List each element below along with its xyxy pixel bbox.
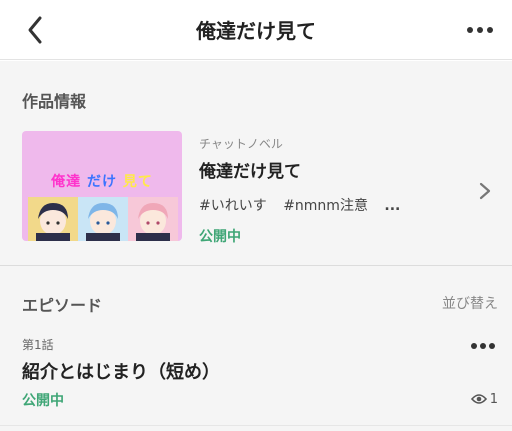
tags-more: ...	[384, 198, 401, 214]
bottom-divider	[0, 425, 512, 426]
episode-more-button[interactable]	[468, 336, 498, 356]
tag[interactable]: #いれいす	[199, 198, 267, 214]
thumbnail-title-part3: 見て	[122, 174, 153, 190]
top-bar: 俺達だけ見て	[0, 0, 512, 60]
more-horizontal-icon	[467, 27, 493, 33]
character-portrait-dark-hair	[28, 197, 78, 241]
work-thumbnail: 俺達 だけ 見て	[22, 131, 182, 241]
episode-number: 第1話	[22, 338, 54, 352]
work-status-badge: 公開中	[199, 229, 241, 245]
thumbnail-title: 俺達 だけ 見て	[22, 171, 182, 191]
work-info-heading: 作品情報	[22, 92, 87, 111]
character-portrait-blue-hair	[78, 197, 128, 241]
episode-status-badge: 公開中	[22, 393, 64, 409]
character-portrait-pink-hair	[128, 197, 178, 241]
character-portraits	[28, 197, 178, 241]
work-title: 俺達だけ見て	[199, 162, 301, 182]
view-count-value: 1	[489, 391, 498, 407]
chevron-right-icon	[479, 182, 491, 200]
thumbnail-title-part1: 俺達	[51, 174, 82, 190]
more-horizontal-icon	[471, 343, 495, 349]
episode-item[interactable]: 第1話 紹介とはじまり（短め） 公開中 1	[0, 330, 512, 422]
tag[interactable]: #nmnm注意	[283, 198, 368, 214]
episodes-heading: エピソード	[22, 296, 103, 315]
episode-view-count: 1	[470, 390, 498, 408]
more-options-button[interactable]	[462, 14, 498, 46]
work-card[interactable]: 俺達 だけ 見て チャットノベル 俺達だけ見て #いれいす #nmnm注意 ..…	[22, 131, 502, 245]
sort-button[interactable]: 並び替え	[442, 293, 498, 313]
episode-title: 紹介とはじまり（短め）	[22, 362, 220, 383]
page-title: 俺達だけ見て	[196, 19, 316, 43]
tag-list: #いれいす #nmnm注意 ...	[199, 195, 412, 215]
eye-icon	[470, 394, 487, 404]
work-type-label: チャットノベル	[199, 137, 283, 151]
thumbnail-title-part2: だけ	[87, 174, 117, 190]
